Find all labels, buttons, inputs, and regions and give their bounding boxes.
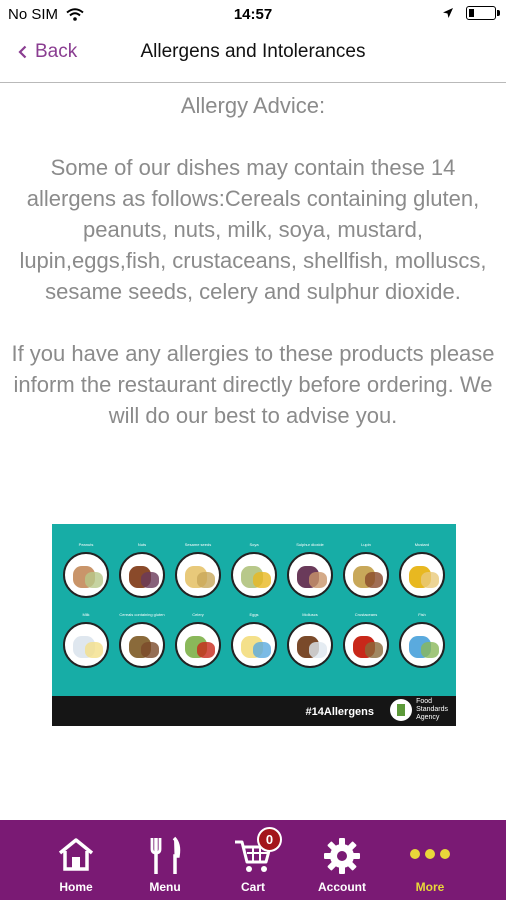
allergen-cereals-containing-gluten: Cereals containing gluten — [117, 612, 167, 668]
allergens-infographic: #14Allergens Food Standards Agency Peanu… — [52, 524, 456, 726]
allergen-label: Crustaceans — [354, 612, 378, 617]
cart-count-badge: 0 — [257, 827, 282, 852]
tab-bar: Home Menu 0 Cart Account More — [0, 820, 506, 900]
tab-home[interactable]: Home — [36, 820, 116, 900]
tab-account[interactable]: Account — [302, 820, 382, 900]
advice-paragraph-allergens: Some of our dishes may contain these 14 … — [19, 155, 487, 304]
food-standards-agency-logo: Food Standards Agency — [390, 698, 448, 722]
allergen-illustration-icon — [399, 622, 445, 668]
allergen-label: Fish — [418, 612, 426, 617]
allergen-illustration-icon — [175, 552, 221, 598]
allergen-nuts: Nuts — [117, 542, 167, 598]
advice-heading: Allergy Advice: — [180, 93, 326, 118]
tab-account-label: Account — [318, 880, 366, 894]
allergen-illustration-icon — [343, 622, 389, 668]
allergen-label: Mustard — [414, 542, 430, 547]
infographic-hashtag: #14Allergens — [305, 706, 374, 718]
allergen-soya: Soya — [229, 542, 279, 598]
allergen-label: Nuts — [137, 542, 147, 547]
battery-icon — [466, 6, 500, 20]
allergen-illustration-icon — [231, 552, 277, 598]
allergen-label: Cereals containing gluten — [119, 612, 165, 617]
tab-menu-label: Menu — [149, 880, 181, 894]
allergen-illustration-icon — [287, 622, 333, 668]
allergen-mustard: Mustard — [397, 542, 447, 598]
allergen-label: Lupin — [361, 542, 371, 547]
tab-more[interactable]: More — [390, 820, 470, 900]
allergen-label: Soya — [249, 542, 259, 547]
gear-icon — [324, 838, 360, 874]
allergen-sesame-seeds: Sesame seeds — [173, 542, 223, 598]
more-dots-icon — [410, 849, 450, 859]
allergen-illustration-icon — [63, 622, 109, 668]
allergen-label: Molluscs — [302, 612, 318, 617]
allergen-illustration-icon — [119, 622, 165, 668]
allergen-milk: Milk — [61, 612, 111, 668]
agency-line-2: Standards — [416, 706, 448, 713]
tab-more-label: More — [415, 880, 445, 894]
status-time: 14:57 — [233, 6, 273, 23]
navigation-bar: Back Allergens and Intolerances — [0, 30, 506, 83]
allergen-illustration-icon — [399, 552, 445, 598]
allergen-illustration-icon — [175, 622, 221, 668]
tab-cart[interactable]: 0 Cart — [213, 820, 293, 900]
allergen-sulphur-dioxide: Sulphur dioxide — [285, 542, 335, 598]
agency-line-1: Food — [416, 698, 433, 705]
tab-cart-label: Cart — [240, 880, 265, 894]
allergen-label: Sulphur dioxide — [296, 542, 324, 547]
status-bar: No SIM 14:57 — [0, 0, 506, 30]
fork-knife-icon — [150, 836, 181, 874]
allergen-label: Milk — [82, 612, 90, 617]
allergen-lupin: Lupin — [341, 542, 391, 598]
allergen-illustration-icon — [119, 552, 165, 598]
allergen-peanuts: Peanuts — [61, 542, 111, 598]
allergen-eggs: Eggs — [229, 612, 279, 668]
allergen-illustration-icon — [63, 552, 109, 598]
allergen-molluscs: Molluscs — [285, 612, 335, 668]
agency-line-3: Agency — [416, 714, 440, 721]
home-icon — [58, 838, 94, 871]
allergen-crustaceans: Crustaceans — [341, 612, 391, 668]
tab-menu[interactable]: Menu — [125, 820, 205, 900]
page-title: Allergens and Intolerances — [140, 41, 366, 62]
allergy-advice-content: Allergy Advice: Some of our dishes may c… — [0, 90, 506, 431]
allergen-illustration-icon — [287, 552, 333, 598]
advice-paragraph-inform: If you have any allergies to these produ… — [11, 341, 495, 428]
allergen-label: Eggs — [249, 612, 259, 617]
tab-home-label: Home — [59, 880, 93, 894]
allergen-fish: Fish — [397, 612, 447, 668]
fsa-emblem-icon — [390, 699, 413, 721]
allergen-illustration-icon — [231, 622, 277, 668]
allergen-label: Celery — [192, 612, 204, 617]
allergen-celery: Celery — [173, 612, 223, 668]
location-arrow-icon — [443, 8, 453, 18]
allergen-illustration-icon — [343, 552, 389, 598]
allergen-label: Sesame seeds — [184, 542, 212, 547]
allergen-label: Peanuts — [78, 542, 94, 547]
